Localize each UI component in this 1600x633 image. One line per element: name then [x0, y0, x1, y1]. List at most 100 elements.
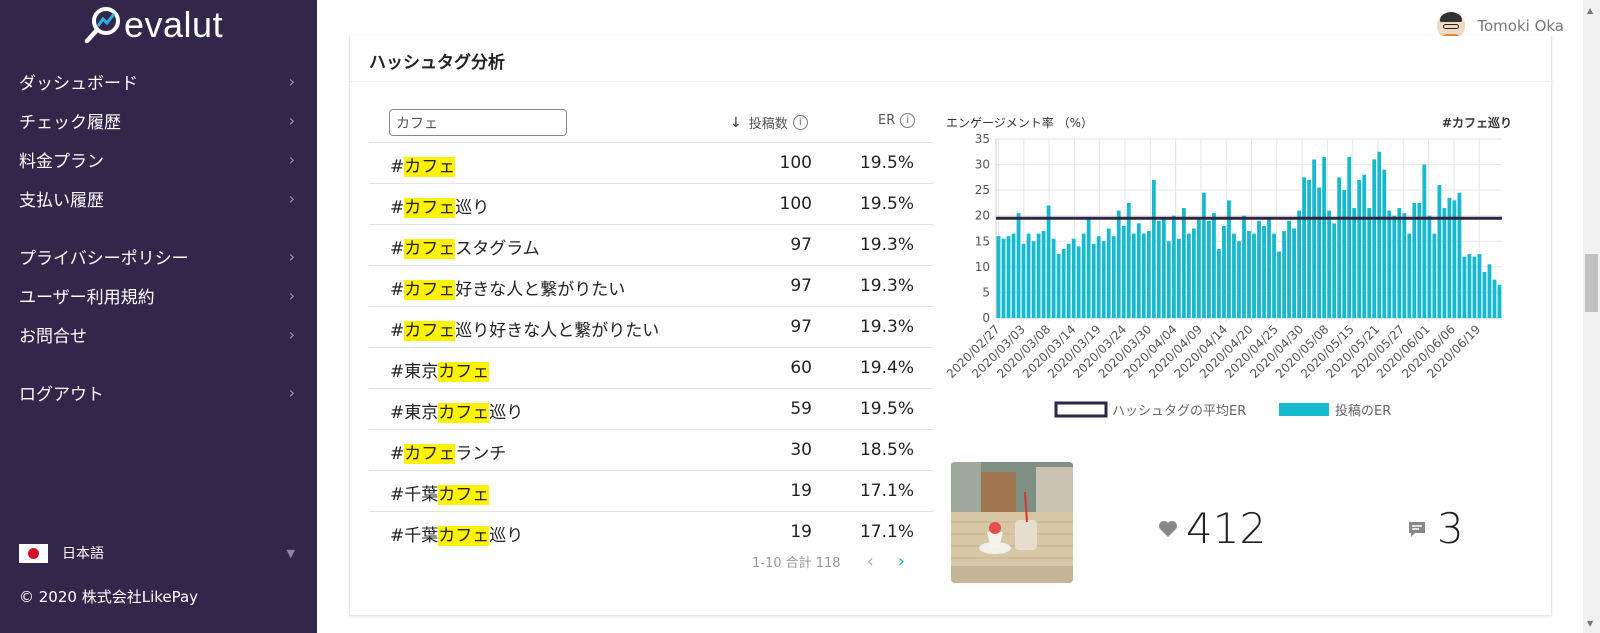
- y-tick-label: 5: [982, 285, 990, 299]
- er-bar: [1472, 256, 1477, 318]
- hashtag-label: #カフェランチ: [390, 444, 507, 464]
- er-bar: [1317, 187, 1322, 318]
- column-header-posts[interactable]: ↓ 投稿数 i: [730, 113, 808, 132]
- chevron-left-icon[interactable]: ‹: [867, 551, 874, 572]
- search-highlight: カフェ: [404, 157, 456, 177]
- table-row[interactable]: #東京カフェ巡り 59 19.5%: [369, 388, 933, 429]
- pagination: 1-10 合計 118 ‹ ›: [752, 551, 905, 572]
- post-thumbnail[interactable]: [951, 462, 1073, 583]
- er-value: 19.4%: [859, 358, 914, 378]
- search-highlight: カフェ: [404, 321, 456, 341]
- sidebar-item-check-history[interactable]: チェック履歴 ›: [0, 101, 317, 140]
- er-bar: [1312, 159, 1317, 318]
- er-bar: [1427, 215, 1432, 318]
- er-bar: [1327, 210, 1332, 318]
- er-bar: [1196, 218, 1201, 318]
- er-bar: [1282, 231, 1286, 318]
- hashtag-search-input[interactable]: [389, 109, 567, 136]
- table-row[interactable]: #カフェ巡り 100 19.5%: [369, 183, 933, 224]
- sidebar-item-logout[interactable]: ログアウト ›: [0, 373, 317, 412]
- table-row[interactable]: #カフェ巡り好きな人と繋がりたい 97 19.3%: [369, 306, 933, 347]
- sidebar-item-pricing[interactable]: 料金プラン ›: [0, 140, 317, 179]
- info-icon[interactable]: i: [900, 113, 916, 128]
- hashtag-label: #千葉カフェ: [390, 485, 490, 505]
- er-bar: [1482, 271, 1487, 318]
- language-selector[interactable]: 日本語 ▼: [19, 543, 295, 563]
- er-bar: [1181, 208, 1186, 318]
- y-tick-label: 30: [975, 158, 990, 172]
- er-bar: [1061, 248, 1066, 318]
- er-bar: [1081, 233, 1086, 318]
- posts-count: 19: [790, 522, 812, 542]
- er-bar: [1006, 236, 1011, 318]
- er-bar: [1136, 223, 1141, 318]
- er-bar: [1462, 256, 1467, 318]
- er-bar: [1207, 220, 1211, 318]
- sidebar-item-payment-history[interactable]: 支払い履歴 ›: [0, 179, 317, 218]
- er-bar: [1096, 236, 1101, 318]
- scroll-down-icon[interactable]: ▼: [1587, 619, 1593, 628]
- er-bar: [1186, 233, 1191, 318]
- sidebar-item-label: チェック履歴: [19, 113, 121, 133]
- er-bar: [1372, 159, 1377, 318]
- er-bar: [1091, 243, 1096, 318]
- info-icon[interactable]: i: [792, 115, 808, 130]
- table-row[interactable]: #カフェ好きな人と繋がりたい 97 19.3%: [369, 265, 933, 306]
- chevron-right-icon: ›: [288, 150, 295, 169]
- er-value: 17.1%: [859, 481, 914, 501]
- sidebar-item-dashboard[interactable]: ダッシュボード ›: [0, 62, 317, 101]
- er-bar: [1352, 208, 1357, 318]
- sidebar-item-label: プライバシーポリシー: [19, 249, 189, 269]
- column-header-er[interactable]: ER i: [878, 113, 916, 128]
- er-value: 17.1%: [859, 522, 914, 542]
- hashtag-label: #カフェ: [390, 157, 456, 177]
- table-row[interactable]: #カフェスタグラム 97 19.3%: [369, 224, 933, 265]
- er-bar: [1141, 233, 1146, 318]
- er-bar: [1237, 241, 1241, 318]
- chevron-right-icon[interactable]: ›: [898, 551, 905, 572]
- er-bar: [1457, 192, 1462, 318]
- er-value: 18.5%: [859, 440, 914, 460]
- hashtag-label: #カフェ好きな人と繋がりたい: [390, 280, 626, 300]
- language-label: 日本語: [62, 546, 104, 562]
- er-bar: [1292, 228, 1296, 318]
- heart-icon: [1159, 520, 1177, 537]
- er-bar: [1191, 228, 1196, 318]
- er-bar: [1322, 156, 1327, 318]
- er-bar: [1297, 210, 1302, 318]
- pagination-info: 1-10 合計 118: [752, 556, 841, 571]
- er-bar: [1337, 177, 1342, 318]
- er-bar: [1302, 177, 1307, 318]
- sidebar-item-label: ログアウト: [19, 385, 104, 405]
- er-bar: [1156, 220, 1161, 318]
- scrollbar-thumb[interactable]: [1585, 254, 1598, 312]
- chevron-right-icon: ›: [288, 383, 295, 402]
- er-bar: [1121, 225, 1126, 318]
- er-bar: [1357, 179, 1362, 318]
- scrollbar[interactable]: ▲ ▼: [1583, 0, 1600, 633]
- table-row[interactable]: #カフェ 100 19.5%: [369, 142, 933, 183]
- sidebar-item-contact[interactable]: お問合せ ›: [0, 315, 317, 354]
- sidebar-item-terms[interactable]: ユーザー利用規約 ›: [0, 276, 317, 315]
- table-row[interactable]: #千葉カフェ巡り 19 17.1%: [369, 511, 933, 552]
- table-row[interactable]: #カフェランチ 30 18.5%: [369, 429, 933, 470]
- table-row[interactable]: #千葉カフェ 19 17.1%: [369, 470, 933, 511]
- sidebar-item-privacy[interactable]: プライバシーポリシー ›: [0, 237, 317, 276]
- chevron-right-icon: ›: [288, 111, 295, 130]
- er-bar: [1467, 254, 1472, 318]
- column-label: ER: [878, 113, 896, 128]
- sidebar-item-label: ユーザー利用規約: [19, 288, 155, 308]
- chevron-right-icon: ›: [288, 325, 295, 344]
- er-bar: [1417, 202, 1422, 318]
- er-bar: [1497, 284, 1502, 318]
- sort-down-icon[interactable]: ↓: [730, 115, 742, 131]
- search-highlight: カフェ: [404, 198, 456, 218]
- scroll-up-icon[interactable]: ▲: [1587, 6, 1593, 15]
- app-logo[interactable]: evalut: [84, 4, 223, 46]
- er-bar: [1422, 164, 1427, 318]
- er-bar: [1066, 243, 1071, 318]
- table-row[interactable]: #東京カフェ 60 19.4%: [369, 347, 933, 388]
- posts-count: 97: [790, 235, 812, 255]
- er-bar: [1277, 251, 1281, 318]
